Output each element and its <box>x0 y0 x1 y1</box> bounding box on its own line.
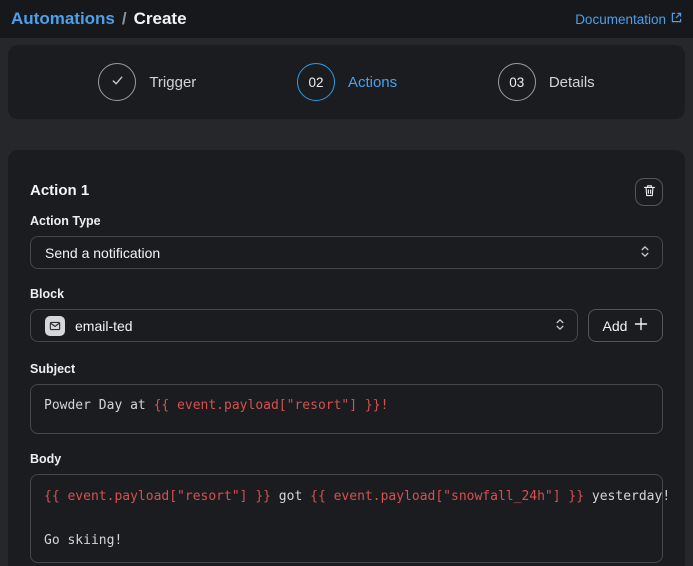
step-actions-label: Actions <box>348 74 397 91</box>
plus-icon <box>634 317 648 334</box>
documentation-link-label: Documentation <box>575 12 666 27</box>
block-label: Block <box>30 287 663 301</box>
stepper: Trigger 02 Actions 03 Details <box>8 45 685 119</box>
code-segment: yesterday! <box>584 489 670 504</box>
action-type-label: Action Type <box>30 214 663 228</box>
trash-icon <box>642 183 657 201</box>
code-segment: Powder Day at <box>44 398 154 413</box>
action-type-select[interactable]: Send a notification <box>30 236 663 269</box>
breadcrumb-separator: / <box>122 9 127 29</box>
code-segment: Go skiing! <box>44 533 122 548</box>
body-line <box>44 508 649 530</box>
step-trigger-indicator <box>98 63 136 101</box>
checkmark-icon <box>110 73 125 91</box>
body-textarea[interactable]: {{ event.payload["resort"] }} got {{ eve… <box>30 474 663 563</box>
step-details[interactable]: 03 Details <box>498 63 595 101</box>
block-value: email-ted <box>75 318 555 334</box>
breadcrumb-automations-link[interactable]: Automations <box>11 9 115 29</box>
body-line: {{ event.payload["resort"] }} got {{ eve… <box>44 486 649 508</box>
add-block-button-label: Add <box>603 318 628 334</box>
action-title: Action 1 <box>30 178 89 199</box>
subject-text: Powder Day at {{ event.payload["resort"]… <box>44 398 388 420</box>
subject-input[interactable]: Powder Day at {{ event.payload["resort"]… <box>30 384 663 434</box>
step-actions[interactable]: 02 Actions <box>297 63 397 101</box>
top-header: Automations / Create Documentation <box>0 0 693 38</box>
subject-label: Subject <box>30 362 663 376</box>
delete-action-button[interactable] <box>635 178 663 206</box>
step-actions-indicator: 02 <box>297 63 335 101</box>
add-block-button[interactable]: Add <box>588 309 663 342</box>
breadcrumb: Automations / Create <box>11 9 187 29</box>
step-trigger[interactable]: Trigger <box>98 63 196 101</box>
documentation-link[interactable]: Documentation <box>575 12 682 27</box>
envelope-icon <box>45 316 65 336</box>
chevron-up-down-icon <box>555 317 565 335</box>
body-line: Go skiing! <box>44 530 649 552</box>
breadcrumb-current-page: Create <box>134 9 187 29</box>
chevron-up-down-icon <box>640 244 650 262</box>
external-link-icon <box>671 16 682 23</box>
step-details-label: Details <box>549 74 595 91</box>
body-label: Body <box>30 452 663 466</box>
step-trigger-label: Trigger <box>149 74 196 91</box>
code-segment: {{ event.payload["resort"] }} <box>44 489 271 504</box>
code-segment: {{ event.payload["resort"] }} <box>154 398 381 413</box>
step-details-indicator: 03 <box>498 63 536 101</box>
code-segment: got <box>271 489 310 504</box>
action-type-value: Send a notification <box>45 245 640 261</box>
action-card: Action 1 Action Type Send a notification… <box>8 150 685 566</box>
block-select[interactable]: email-ted <box>30 309 578 342</box>
code-segment: ! <box>381 398 389 413</box>
code-segment: {{ event.payload["snowfall_24h"] }} <box>310 489 584 504</box>
